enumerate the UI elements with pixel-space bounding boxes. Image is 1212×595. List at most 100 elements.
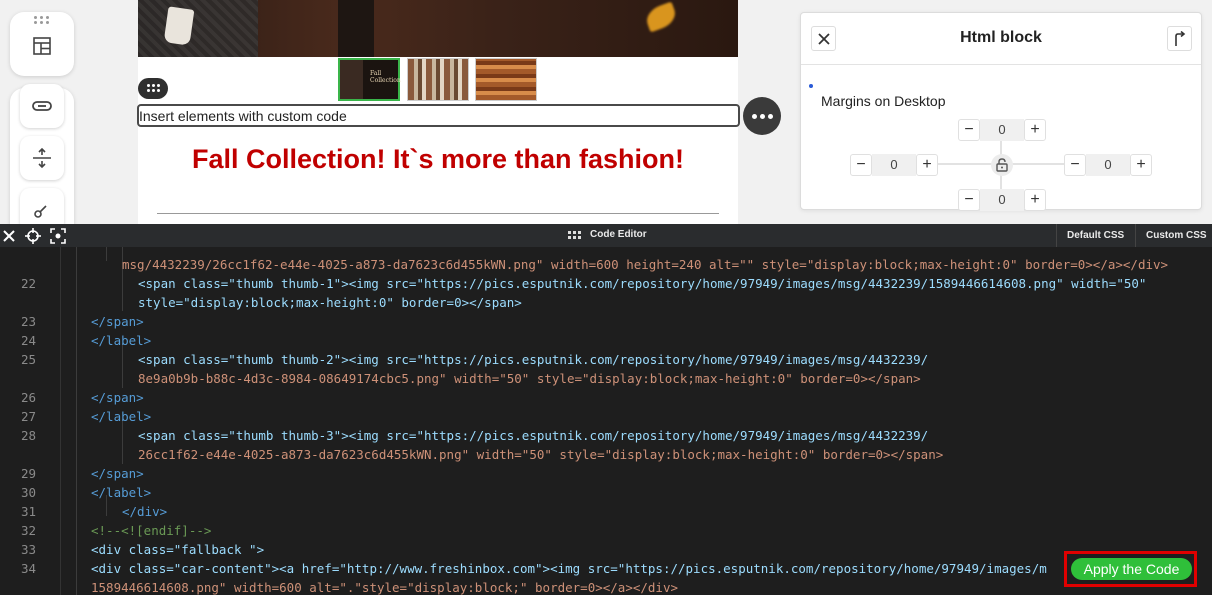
button-block-icon (32, 101, 52, 111)
focus-icon (50, 228, 66, 244)
apply-code-button[interactable]: Apply the Code (1071, 558, 1192, 580)
line-number: 22 (20, 276, 36, 291)
line-number: 34 (20, 561, 36, 576)
code-line[interactable]: </label> (91, 485, 151, 500)
layout-grid-button[interactable] (20, 24, 64, 68)
code-line[interactable]: <div class="fallback "> (91, 542, 264, 557)
code-line[interactable]: <span class="thumb thumb-3"><img src="ht… (138, 428, 928, 443)
headline-text[interactable]: Fall Collection! It`s more than fashion! (138, 144, 738, 175)
code-editor[interactable]: 22 23 24 25 26 27 28 29 30 31 32 33 34 m… (0, 247, 1212, 595)
code-line[interactable]: </label> (91, 409, 151, 424)
code-line[interactable]: 1589446614608.png" width=600 alt="."styl… (91, 580, 678, 595)
code-line[interactable]: </span> (91, 390, 144, 405)
divider-line (157, 213, 719, 214)
margin-top-value[interactable]: 0 (980, 119, 1024, 141)
margin-bottom-stepper: − 0 + (958, 188, 1048, 212)
code-line[interactable]: </label> (91, 333, 151, 348)
tab-default-css[interactable]: Default CSS (1056, 224, 1134, 247)
export-button[interactable] (1167, 26, 1192, 51)
increase-button[interactable]: + (1024, 189, 1046, 211)
spacer-icon (33, 147, 51, 169)
increase-button[interactable]: + (1024, 119, 1046, 141)
more-dot-icon (751, 113, 757, 119)
decrease-button[interactable]: − (1064, 154, 1086, 176)
thumbnail-3[interactable] (475, 58, 537, 101)
line-number: 29 (20, 466, 36, 481)
editor-drag-icon[interactable] (568, 231, 582, 240)
email-editor-area: Fall Collection Insert elements with cus… (0, 0, 1212, 224)
tab-custom-css[interactable]: Custom CSS (1135, 224, 1212, 247)
line-number: 24 (20, 333, 36, 348)
margin-bottom-value[interactable]: 0 (980, 189, 1024, 211)
close-editor-button[interactable] (0, 227, 18, 245)
thumbnail-1[interactable]: Fall Collection (338, 58, 401, 101)
hero-leaf-graphic (643, 1, 679, 33)
more-dot-icon (767, 113, 773, 119)
code-line[interactable]: <!--<![endif]--> (91, 523, 211, 538)
indent-guide (122, 419, 123, 464)
code-line[interactable]: 8e9a0b9b-b88c-4d3c-8984-08649174cbc5.png… (138, 371, 921, 386)
blocks-tool-panel (10, 84, 74, 224)
close-icon (3, 230, 15, 242)
unlock-icon (996, 158, 1008, 172)
code-line[interactable]: msg/4432239/26cc1f62-e44e-4025-a873-da76… (122, 257, 1168, 272)
line-number: 33 (20, 542, 36, 557)
line-number: 27 (20, 409, 36, 424)
layout-grid-icon (33, 37, 51, 55)
indent-guide (122, 343, 123, 388)
code-line[interactable]: style="display:block;max-height:0" borde… (138, 295, 522, 310)
export-arrow-icon (1174, 30, 1185, 46)
indent-guide (106, 247, 107, 261)
increase-button[interactable]: + (916, 154, 938, 176)
apply-button-highlight: Apply the Code (1064, 551, 1197, 587)
code-line[interactable]: </span> (91, 314, 144, 329)
line-number: 32 (20, 523, 36, 538)
margin-lock-button[interactable] (991, 154, 1013, 176)
crosshair-icon (25, 228, 41, 244)
button-block-button[interactable] (20, 84, 64, 128)
code-line[interactable]: <div class="car-content"><a href="http:/… (91, 561, 1063, 576)
code-line[interactable]: 26cc1f62-e44e-4025-a873-da7623c6d455kWN.… (138, 447, 943, 462)
spacer-block-button[interactable] (20, 136, 64, 180)
margin-left-stepper: − 0 + (850, 153, 940, 177)
code-line[interactable]: <span class="thumb thumb-1"><img src="ht… (138, 276, 1146, 291)
margins-label: Margins on Desktop (821, 93, 946, 109)
decrease-button[interactable]: − (850, 154, 872, 176)
editor-title: Code Editor (590, 229, 647, 240)
code-line[interactable]: <span class="thumb thumb-2"><img src="ht… (138, 352, 928, 367)
margin-right-value[interactable]: 0 (1086, 154, 1130, 176)
thumbnail-2[interactable] (407, 58, 469, 101)
margin-top-stepper: − 0 + (958, 118, 1048, 142)
hero-cup-graphic (163, 6, 195, 46)
line-number: 23 (20, 314, 36, 329)
increase-button[interactable]: + (1130, 154, 1152, 176)
status-dot (809, 84, 813, 88)
focus-element-button[interactable] (49, 227, 67, 245)
more-options-button[interactable] (743, 97, 781, 135)
html-block-panel: Html block Margins on Desktop − 0 + − 0 … (800, 12, 1202, 212)
line-number: 31 (20, 504, 36, 519)
select-element-button[interactable] (24, 227, 42, 245)
panel-title: Html block (960, 29, 1042, 46)
panel-header: Html block (801, 13, 1201, 65)
block-move-handle[interactable] (138, 78, 168, 99)
thumbnail-1-label: Fall Collection (370, 70, 401, 84)
hero-hand-graphic (338, 0, 374, 57)
structure-tool-panel (10, 12, 74, 76)
hero-image[interactable] (138, 0, 738, 57)
line-number: 30 (20, 485, 36, 500)
hero-coat-graphic (138, 0, 258, 57)
margin-left-value[interactable]: 0 (872, 154, 916, 176)
selected-html-block[interactable]: Insert elements with custom code (137, 104, 740, 127)
line-number: 25 (20, 352, 36, 367)
decrease-button[interactable]: − (958, 119, 980, 141)
link-icon (34, 205, 47, 218)
decrease-button[interactable]: − (958, 189, 980, 211)
link-block-button[interactable] (20, 188, 64, 224)
code-line[interactable]: </span> (91, 466, 144, 481)
code-editor-toolbar: Code Editor Default CSS Custom CSS (0, 224, 1212, 247)
indent-guide (76, 247, 77, 595)
line-number: 26 (20, 390, 36, 405)
code-line[interactable]: </div> (122, 504, 167, 519)
margin-right-stepper: − 0 + (1064, 153, 1154, 177)
